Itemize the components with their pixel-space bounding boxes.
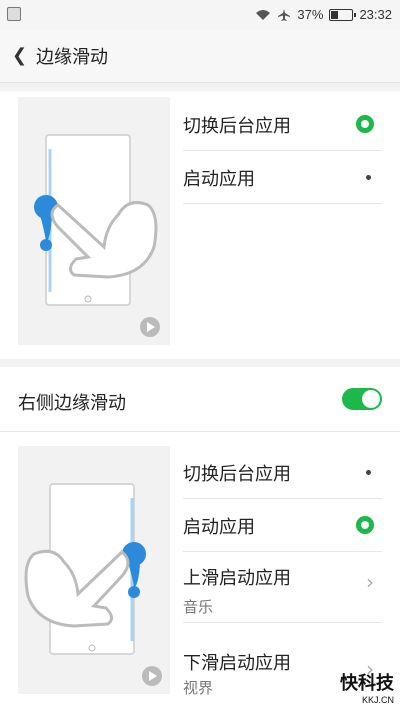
option-label: 切换后台应用 [183, 464, 291, 485]
right-edge-toggle[interactable] [342, 388, 382, 410]
battery-percent: 37% [297, 7, 324, 22]
battery-icon [329, 8, 357, 21]
radio-selected-icon[interactable] [356, 516, 374, 534]
right-edge-label: 右侧边缘滑动 [18, 393, 126, 414]
right-edge-toggle-row[interactable]: 右侧边缘滑动 [0, 367, 400, 432]
option-label: 切换后台应用 [183, 116, 291, 137]
watermark-subtext: KKJ.CN [361, 695, 394, 705]
watermark-logo: 快科技 KKJ.CN [340, 669, 394, 705]
chevron-right-icon: › [366, 570, 374, 594]
clock: 23:32 [359, 7, 392, 22]
radio-unselected-icon[interactable] [366, 175, 371, 180]
right-launch-app-option[interactable]: 启动应用 [183, 499, 382, 552]
app-header: ❮ 边缘滑动 [0, 30, 400, 83]
option-label: 上滑启动应用 [183, 568, 291, 589]
wifi-icon [256, 9, 271, 20]
status-bar: 37% 23:32 [0, 0, 400, 30]
divider [0, 83, 400, 91]
airplane-icon [278, 8, 291, 21]
option-label: 下滑启动应用 [183, 653, 291, 674]
option-value: 音乐 [183, 598, 214, 616]
status-icons: 37% 23:32 [255, 7, 392, 22]
left-edge-illustration [18, 97, 170, 345]
notification-icon [7, 7, 21, 21]
left-launch-app-option[interactable]: 启动应用 [183, 151, 382, 204]
option-label: 启动应用 [183, 517, 255, 538]
radio-unselected-icon[interactable] [366, 470, 371, 475]
option-label: 启动应用 [183, 169, 255, 190]
page-title: 边缘滑动 [36, 47, 108, 68]
radio-selected-icon[interactable] [356, 115, 374, 133]
divider [0, 359, 400, 367]
left-switch-apps-option[interactable]: 切换后台应用 [183, 98, 382, 151]
back-arrow-icon[interactable]: ❮ [12, 45, 27, 66]
swipe-up-launch-option[interactable]: 上滑启动应用 音乐 › [183, 552, 382, 623]
option-value: 视界 [183, 679, 214, 697]
right-switch-apps-option[interactable]: 切换后台应用 [183, 446, 382, 499]
right-edge-illustration [18, 446, 170, 694]
watermark-text: 快科技 [340, 673, 394, 694]
